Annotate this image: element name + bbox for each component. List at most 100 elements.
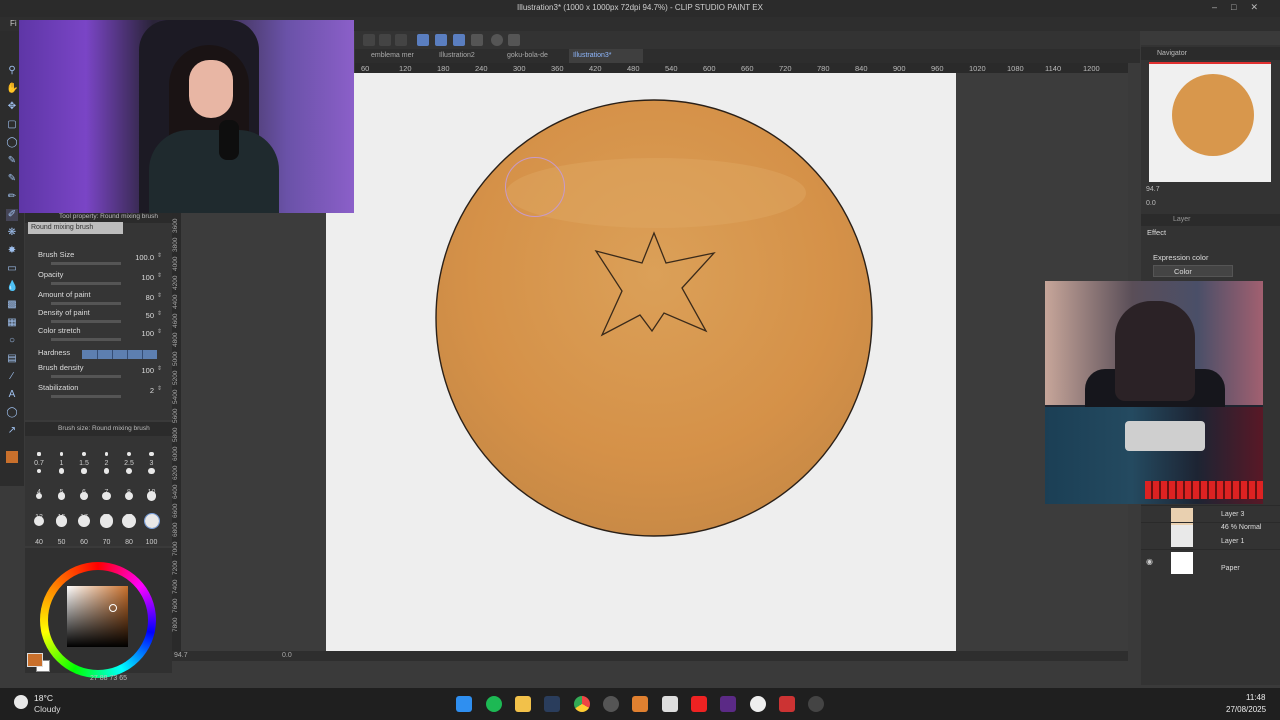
selection-icon[interactable]: ▢ [6, 119, 18, 131]
tab-emblema[interactable]: emblema mer [367, 49, 433, 63]
flame-app-icon[interactable] [632, 696, 648, 712]
file-explorer-icon[interactable] [515, 696, 531, 712]
subtool-name[interactable]: Round mixing brush [28, 222, 123, 234]
brush-size-label[interactable]: 0.7 [28, 452, 50, 470]
spinner-icon[interactable]: ⇕ [157, 252, 162, 259]
youtube-icon[interactable] [691, 696, 707, 712]
obs-icon[interactable] [603, 696, 619, 712]
store-icon[interactable] [662, 696, 678, 712]
prop-brush-size[interactable]: Brush Size 100.0 ⇕ [38, 250, 172, 270]
prop-opacity[interactable]: Opacity 100 ⇕ [38, 270, 172, 290]
brush-size-dot[interactable] [126, 468, 132, 474]
brush-size-label[interactable]: 1 [51, 452, 73, 470]
tab-illustration2[interactable]: Illustration2 [435, 49, 499, 63]
airbrush-icon[interactable]: ❋ [6, 227, 18, 239]
pen-mode-icon[interactable] [417, 34, 429, 46]
layer-row-layer1[interactable]: 46 % Normal Layer 1 [1141, 522, 1280, 549]
brush-size-dot[interactable] [80, 492, 88, 500]
fold-icon[interactable] [379, 34, 391, 46]
decoration-icon[interactable]: ✸ [6, 245, 18, 257]
blend-icon[interactable]: 💧 [6, 281, 18, 293]
clipboard-icon[interactable] [471, 34, 483, 46]
brush-size-label[interactable]: 80 [118, 531, 140, 549]
weather-temperature[interactable]: 18°C [34, 693, 53, 703]
slider[interactable] [51, 338, 121, 341]
main-color-swatch[interactable] [6, 451, 18, 463]
layer-row-paper[interactable]: ◉ Paper [1141, 549, 1280, 576]
eraser-icon[interactable]: ▭ [6, 263, 18, 275]
brush-size-dot[interactable] [57, 492, 66, 500]
weather-icon[interactable] [14, 695, 28, 709]
navigator-zoom[interactable]: 94.7 [1146, 186, 1160, 193]
prop-stabilization[interactable]: Stabilization 2 ⇕ [38, 383, 172, 403]
slider[interactable] [51, 282, 121, 285]
slider[interactable] [51, 375, 121, 378]
brush-size-dot[interactable] [55, 515, 68, 527]
saturation-value-square[interactable] [67, 586, 128, 647]
gradient-icon[interactable]: ▦ [6, 317, 18, 329]
text-icon[interactable]: A [6, 389, 18, 401]
brush-size-dot[interactable] [58, 468, 64, 474]
balloon-icon[interactable]: ◯ [6, 407, 18, 419]
brush-size-dot[interactable] [36, 468, 42, 474]
undo-icon[interactable] [508, 34, 520, 46]
help-icon[interactable] [491, 34, 503, 46]
brush-size-dot[interactable] [143, 513, 160, 529]
hardness-bar[interactable] [82, 350, 157, 359]
pen-icon[interactable]: ✎ [6, 173, 18, 185]
brush-size-dot[interactable] [77, 514, 91, 528]
prop-brush-density[interactable]: Brush density 100 ⇕ [38, 363, 172, 383]
brush-size-dot[interactable] [122, 514, 136, 528]
brush-size-label[interactable]: 100 [141, 531, 163, 549]
chrome-icon[interactable] [574, 696, 590, 712]
window-controls[interactable]: –□✕ [1212, 2, 1272, 13]
brush-size-dot[interactable] [99, 514, 114, 528]
menu-file[interactable]: Fi [10, 19, 17, 28]
pencil-icon[interactable]: ✏ [6, 191, 18, 203]
brush-size-dot[interactable] [103, 468, 110, 474]
ruler-icon[interactable]: ∕ [6, 371, 18, 383]
brush-size-label[interactable]: 1.5 [73, 452, 95, 470]
eye-icon[interactable]: ◉ [1146, 557, 1153, 566]
hand-icon[interactable]: ✋ [6, 83, 18, 95]
spotify-icon[interactable] [486, 696, 502, 712]
prop-color-stretch[interactable]: Color stretch 100 ⇕ [38, 326, 172, 346]
slider[interactable] [51, 302, 121, 305]
clock-time[interactable]: 11:48 [1246, 693, 1265, 702]
spinner-icon[interactable]: ⇕ [157, 272, 162, 279]
spinner-icon[interactable]: ⇕ [157, 310, 162, 317]
pen-mode-3-icon[interactable] [453, 34, 465, 46]
windows-start-icon[interactable] [456, 696, 472, 712]
brush-size-dot[interactable] [81, 468, 87, 474]
color-picker-marker[interactable] [109, 604, 117, 612]
zoom-icon[interactable]: ⚲ [6, 65, 18, 77]
spinner-icon[interactable]: ⇕ [157, 365, 162, 372]
brush-size-dot[interactable] [124, 491, 134, 501]
brush-size-label[interactable]: 70 [96, 531, 118, 549]
media-player-icon[interactable] [808, 696, 824, 712]
clip-studio-icon[interactable] [750, 696, 766, 712]
spinner-icon[interactable]: ⇕ [157, 328, 162, 335]
navigator-rotation[interactable]: 0.0 [1146, 200, 1156, 207]
brush-size-dot[interactable] [102, 491, 111, 500]
spinner-icon[interactable]: ⇕ [157, 385, 162, 392]
slider[interactable] [51, 262, 121, 265]
pin-icon[interactable] [363, 34, 375, 46]
move-icon[interactable]: ✥ [6, 101, 18, 113]
bottom-rotation[interactable]: 0.0 [282, 652, 292, 659]
prop-amount-of-paint[interactable]: Amount of paint 80 ⇕ [38, 290, 172, 310]
weather-description[interactable]: Cloudy [34, 704, 60, 714]
brush-size-label[interactable]: 60 [73, 531, 95, 549]
bottom-zoom[interactable]: 94.7 [174, 652, 188, 659]
prop-density-of-paint[interactable]: Density of paint 50 ⇕ [38, 308, 172, 328]
brush-size-label[interactable]: 50 [51, 531, 73, 549]
slider[interactable] [51, 395, 121, 398]
slider[interactable] [51, 320, 121, 323]
expression-color-select[interactable]: Color [1153, 265, 1233, 277]
brush-icon[interactable]: ✐ [6, 209, 18, 221]
eyedropper-icon[interactable]: ✎ [6, 155, 18, 167]
brush-size-dot[interactable] [146, 491, 157, 501]
lock-icon[interactable] [395, 34, 407, 46]
steam-icon[interactable] [544, 696, 560, 712]
next-app-icon[interactable] [720, 696, 736, 712]
